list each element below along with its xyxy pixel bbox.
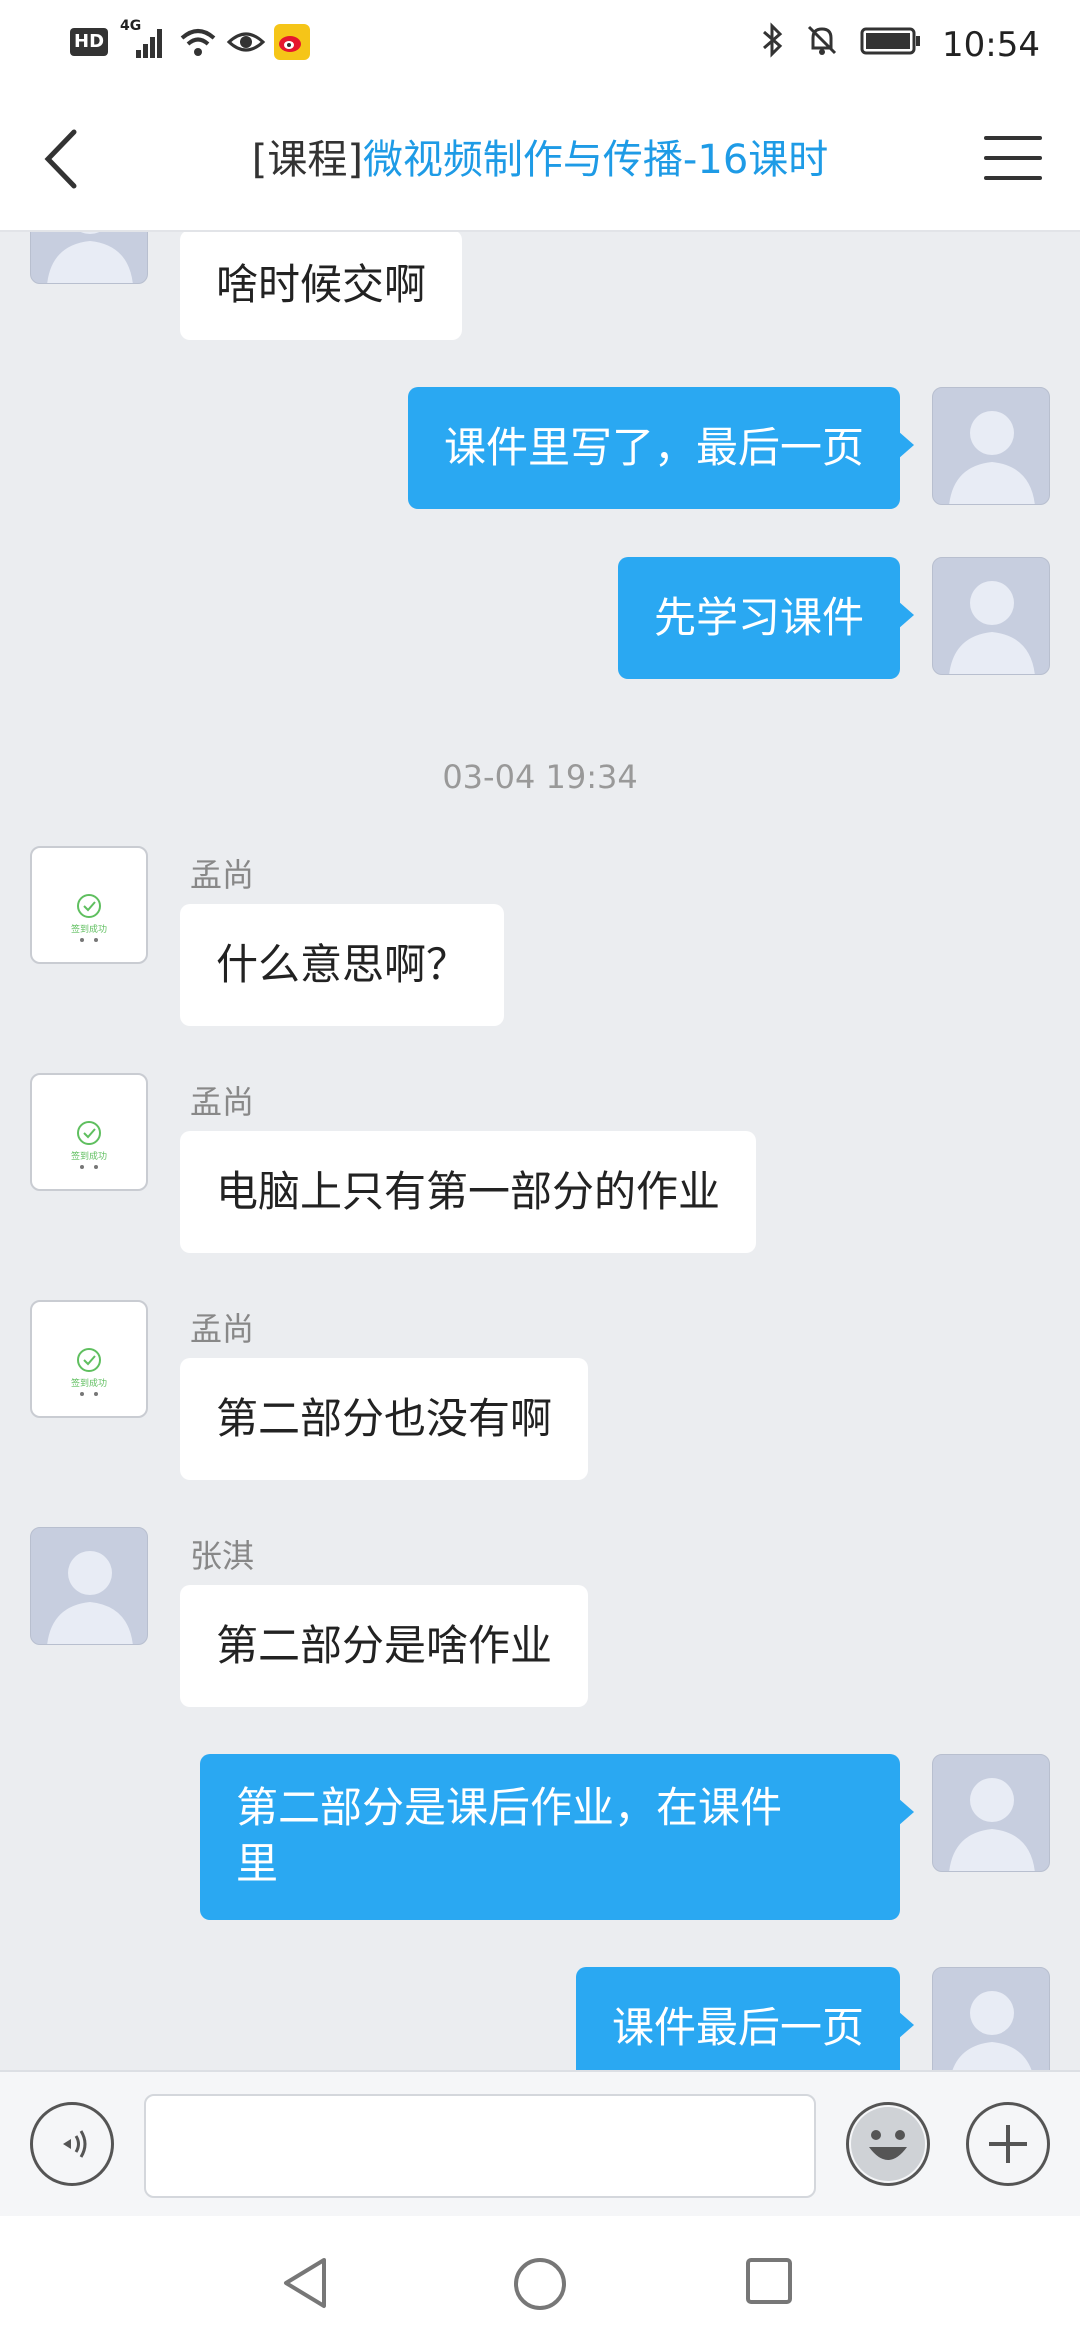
title-name: 微视频制作与传播-16课时: [362, 137, 829, 183]
wifi-icon: [178, 24, 216, 60]
nav-home-button[interactable]: [512, 2256, 568, 2312]
voice-button[interactable]: [30, 2102, 114, 2186]
status-bar: HD 4G 10:54: [0, 0, 1080, 90]
avatar[interactable]: [932, 557, 1050, 675]
message-bubble[interactable]: 第二部分是课后作业，在课件 里: [200, 1754, 914, 1920]
signal-icon: 4G: [120, 18, 166, 60]
nav-home-icon: [514, 2258, 566, 2310]
avatar[interactable]: [30, 232, 148, 284]
chat-list[interactable]: 啥时候交啊 课件里写了，最后一页 先学习课件 03-04 19:34 签到成功 …: [0, 232, 1080, 2070]
battery-icon: [860, 25, 922, 65]
input-bar: [0, 2070, 1080, 2218]
avatar[interactable]: 签到成功: [30, 1073, 148, 1191]
message-bubble[interactable]: 什么意思啊？: [180, 904, 505, 1026]
message-bubble[interactable]: 课件最后一页: [575, 1967, 915, 2070]
menu-button[interactable]: [984, 136, 1042, 180]
nav-recents-icon: [746, 2258, 792, 2304]
weibo-icon: [274, 24, 311, 60]
status-right: 10:54: [760, 22, 1040, 67]
chat-header: [课程]微视频制作与传播-16课时: [0, 90, 1080, 232]
message-line: 里: [236, 1839, 279, 1888]
check-circle-icon: [77, 894, 101, 942]
avatar[interactable]: 签到成功: [30, 1300, 148, 1418]
status-time: 10:54: [942, 24, 1040, 65]
avatar[interactable]: [932, 387, 1050, 505]
nav-back-button[interactable]: [280, 2256, 330, 2310]
sender-name: 孟尚: [190, 856, 255, 894]
message-bubble[interactable]: 第二部分也没有啊: [180, 1358, 589, 1480]
voice-icon: [63, 2130, 87, 2158]
bluetooth-icon: [760, 22, 784, 67]
eye-icon: [226, 24, 266, 60]
hd-icon: HD: [70, 28, 109, 56]
plus-icon: [989, 2125, 1027, 2163]
add-button[interactable]: [966, 2102, 1050, 2186]
check-circle-icon: [77, 1348, 101, 1396]
message-bubble[interactable]: 课件里写了，最后一页: [407, 387, 915, 509]
message-bubble[interactable]: 啥时候交啊: [180, 232, 463, 340]
system-nav-bar: [0, 2216, 1080, 2340]
message-input[interactable]: [144, 2094, 816, 2198]
message-bubble[interactable]: 电脑上只有第一部分的作业: [180, 1131, 757, 1253]
nav-recents-button[interactable]: [744, 2256, 794, 2306]
emoji-icon: [851, 2107, 925, 2181]
page-title: [课程]微视频制作与传播-16课时: [0, 135, 1080, 185]
network-type: 4G: [120, 18, 142, 34]
emoji-button[interactable]: [846, 2102, 930, 2186]
message-line: 第二部分是课后作业，在课件: [236, 1783, 783, 1832]
avatar[interactable]: [932, 1754, 1050, 1872]
avatar[interactable]: 签到成功: [30, 846, 148, 964]
status-left: HD 4G: [70, 18, 311, 60]
bell-off-icon: [804, 22, 840, 67]
sender-name: 孟尚: [190, 1083, 255, 1121]
sender-name: 孟尚: [190, 1310, 255, 1348]
avatar-caption: 签到成功: [70, 925, 107, 935]
title-tag: [课程]: [251, 137, 363, 183]
avatar[interactable]: [932, 1967, 1050, 2070]
menu-icon-line: [984, 176, 1042, 180]
menu-icon-line: [984, 156, 1042, 160]
menu-icon: [984, 136, 1042, 140]
nav-back-icon: [284, 2258, 326, 2308]
message-timestamp: 03-04 19:34: [442, 758, 638, 796]
avatar[interactable]: [30, 1527, 148, 1645]
avatar-caption: 签到成功: [70, 1152, 107, 1162]
avatar-caption: 签到成功: [70, 1379, 107, 1389]
message-bubble[interactable]: 先学习课件: [617, 557, 915, 679]
sender-name: 张淇: [190, 1537, 255, 1575]
check-circle-icon: [77, 1121, 101, 1169]
message-bubble[interactable]: 第二部分是啥作业: [180, 1585, 589, 1707]
